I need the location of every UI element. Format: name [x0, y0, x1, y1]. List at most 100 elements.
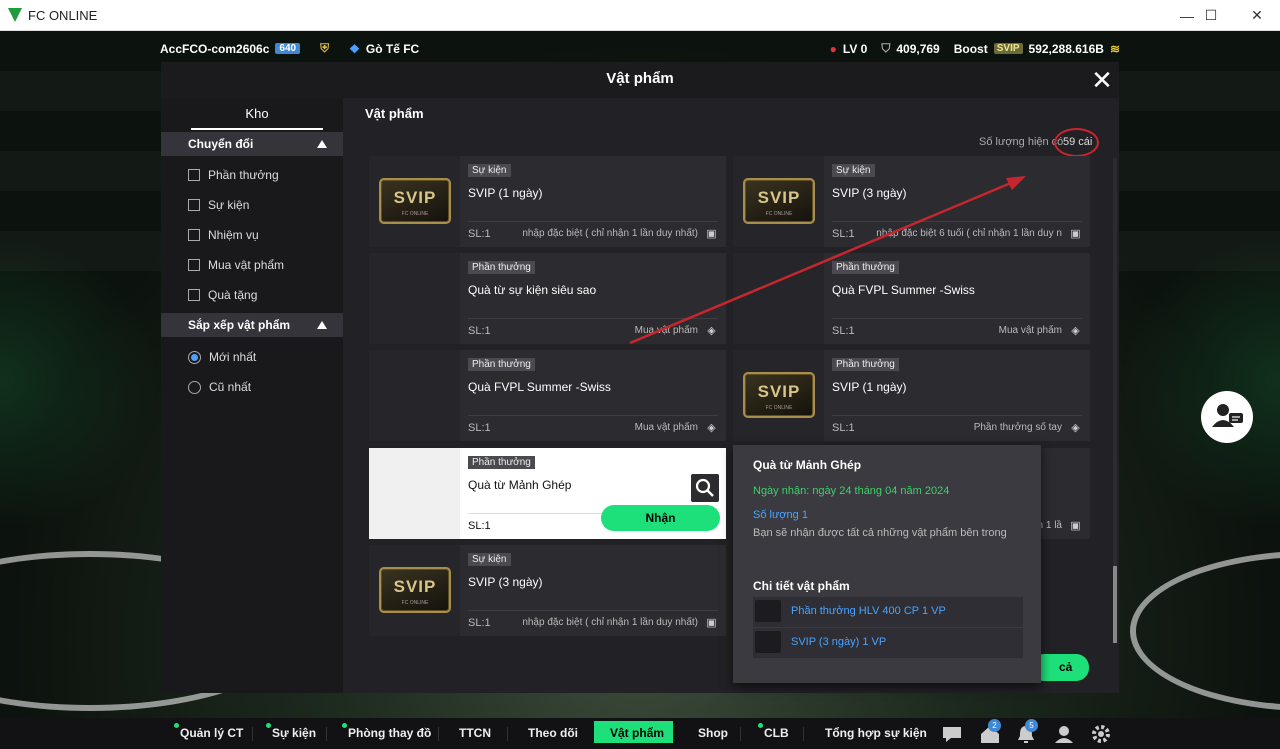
tooltip-item-label: Phần thưởng HLV 400 CP 1 VP: [791, 605, 946, 617]
tooltip-title: Quà từ Mảnh Ghép: [753, 458, 862, 472]
nav-locker-room[interactable]: Phòng thay đồ: [341, 723, 431, 740]
checkbox[interactable]: [188, 169, 200, 181]
diamond-icon: ◈: [1071, 325, 1080, 337]
diamond-icon: ◈: [707, 422, 716, 434]
radio[interactable]: [188, 380, 201, 394]
item-name: Quà từ sự kiện siêu sao: [468, 283, 597, 297]
item-card[interactable]: SVIP FC ONLINE Phần thưởng SVIP (1 ngày) …: [733, 350, 1090, 441]
scroll-thumb[interactable]: [1113, 566, 1117, 643]
gear-icon[interactable]: [1090, 724, 1112, 744]
checkbox[interactable]: [188, 199, 200, 211]
section-header-convert[interactable]: Chuyển đổi: [161, 132, 343, 156]
item-source: nhập đặc biệt ( chỉ nhận 1 lần duy nhất): [522, 617, 698, 628]
item-card[interactable]: SVIP FC ONLINE Sự kiện SVIP (3 ngày) SL:1…: [369, 545, 726, 636]
level-badge: 640: [275, 43, 301, 54]
filter-mission[interactable]: Nhiệm vụ: [188, 228, 259, 242]
item-card[interactable]: Phần thưởng Quà FVPL Summer -Swiss SL:1 …: [369, 350, 726, 441]
tooltip-item-label: SVIP (3 ngày) 1 VP: [791, 636, 887, 648]
calendar-icon: ▣: [1070, 228, 1081, 240]
item-quantity: SL:1: [468, 617, 491, 629]
item-source: n 1 lầ: [1037, 520, 1062, 531]
angry-face-icon: ●: [829, 41, 837, 56]
item-thumbnail: SVIP FC ONLINE: [369, 545, 460, 636]
scrollbar[interactable]: [1113, 158, 1117, 643]
profile-icon[interactable]: [1053, 724, 1075, 744]
top-hud: AccFCO-com2606c 640 ⛨ ❖ Gò Tế FC ● LV 0 …: [0, 38, 1280, 60]
item-quantity: SL:1: [832, 422, 855, 434]
modal-close-button[interactable]: ✕: [1089, 67, 1115, 94]
tooltip-item-row: SVIP (3 ngày) 1 VP: [753, 628, 1023, 658]
collapse-triangle-icon: [317, 140, 327, 148]
filter-label: Mua vật phẩm: [208, 258, 285, 272]
item-tag: Sự kiện: [832, 164, 875, 177]
svip-logo: SVIP FC ONLINE: [743, 178, 815, 224]
bottom-nav-items: Quản lý CT Sự kiện Phòng thay đồ TTCN Th…: [0, 718, 1280, 749]
nav-events[interactable]: Sự kiện: [265, 723, 316, 740]
item-card[interactable]: SVIP FC ONLINE Sự kiện SVIP (1 ngày) SL:1…: [369, 156, 726, 247]
item-name: SVIP (1 ngày): [832, 380, 907, 394]
svip-logo: SVIP FC ONLINE: [379, 178, 451, 224]
item-thumbnail: [369, 350, 460, 441]
item-name: SVIP (3 ngày): [832, 186, 907, 200]
item-quantity: SL:1: [468, 325, 491, 337]
inspect-button[interactable]: [691, 474, 719, 502]
tooltip-date: Ngày nhận: ngày 24 tháng 04 năm 2024: [753, 485, 950, 497]
chat-fab-button[interactable]: [1201, 391, 1253, 443]
item-thumbnail: [369, 253, 460, 344]
section-header-sort[interactable]: Sắp xếp vật phẩm: [161, 313, 343, 337]
filter-gift[interactable]: Quà tặng: [188, 288, 257, 302]
collapse-triangle-icon: [317, 321, 327, 329]
modal-title: Vật phẩm: [606, 70, 674, 87]
item-card[interactable]: Phần thưởng Quà FVPL Summer -Swiss SL:1 …: [733, 253, 1090, 344]
window-titlebar: FC ONLINE — ☐ ✕: [0, 0, 1280, 31]
tab-storage[interactable]: Kho: [191, 106, 323, 130]
nav-club[interactable]: CLB: [758, 723, 789, 740]
filter-label: Quà tặng: [208, 288, 258, 302]
nav-event-summary[interactable]: Tổng hợp sự kiện: [825, 726, 927, 740]
nav-watch[interactable]: Theo dõi: [528, 726, 578, 740]
item-thumbnail: [733, 253, 824, 344]
nav-manage-team[interactable]: Quản lý CT: [173, 723, 243, 740]
filter-reward[interactable]: Phần thưởng: [188, 168, 279, 182]
item-card[interactable]: Phần thưởng Quà từ sự kiện siêu sao SL:1…: [369, 253, 726, 344]
checkbox[interactable]: [188, 289, 200, 301]
svip-chip: SVIP: [993, 43, 1023, 54]
item-name: Quà FVPL Summer -Swiss: [832, 283, 975, 297]
filter-event[interactable]: Sự kiện: [188, 198, 249, 212]
level-text: LV 0: [842, 41, 868, 56]
nav-shop[interactable]: Shop: [698, 726, 728, 740]
filter-purchase[interactable]: Mua vật phẩm: [188, 258, 284, 272]
radio-selected[interactable]: [188, 350, 201, 364]
nav-items[interactable]: Vật phẩm: [610, 726, 664, 740]
filter-sidebar: Kho Chuyển đổi Phần thưởng Sự kiện Nhiệm…: [161, 98, 343, 693]
item-tag: Phần thưởng: [468, 261, 535, 274]
item-source: nhập đặc biệt ( chỉ nhận 1 lần duy nhất): [522, 228, 698, 239]
content-title: Vật phẩm: [365, 106, 424, 121]
checkbox[interactable]: [188, 229, 200, 241]
filter-label: Sự kiện: [208, 198, 250, 212]
tooltip-item-row: Phần thưởng HLV 400 CP 1 VP: [753, 597, 1023, 627]
account-name: AccFCO-com2606c: [160, 41, 270, 56]
maximize-button[interactable]: ☐: [1188, 0, 1234, 31]
item-tag: Phần thưởng: [832, 358, 899, 371]
club-name: Gò Tế FC: [365, 41, 420, 56]
item-thumbnail: SVIP FC ONLINE: [733, 350, 824, 441]
item-tooltip: Quà từ Mảnh Ghép Ngày nhận: ngày 24 thán…: [733, 445, 1041, 683]
checkbox[interactable]: [188, 259, 200, 271]
bp-amount: 592,288.616B: [1028, 41, 1104, 56]
nav-ttcn[interactable]: TTCN: [459, 726, 491, 740]
item-card[interactable]: SVIP FC ONLINE Sự kiện SVIP (3 ngày) SL:1…: [733, 156, 1090, 247]
sort-newest[interactable]: Mới nhất: [188, 350, 256, 364]
chat-icon[interactable]: [941, 724, 963, 744]
annotation-circle: [1054, 128, 1099, 157]
coin-badge-icon: ⛉: [881, 41, 891, 55]
item-card-selected[interactable]: Phần thưởng Quà từ Mảnh Ghép SL:1 Nhận: [369, 448, 726, 539]
boost-label: Boost: [953, 41, 988, 56]
svip-logo: SVIP FC ONLINE: [743, 372, 815, 418]
count-label: Số lượng hiện có: [979, 136, 1064, 148]
item-tag: Sự kiện: [468, 553, 511, 566]
sort-oldest[interactable]: Cũ nhất: [188, 380, 251, 394]
receive-button[interactable]: Nhận: [601, 505, 720, 531]
close-window-button[interactable]: ✕: [1234, 0, 1280, 31]
item-quantity: SL:1: [832, 228, 855, 240]
